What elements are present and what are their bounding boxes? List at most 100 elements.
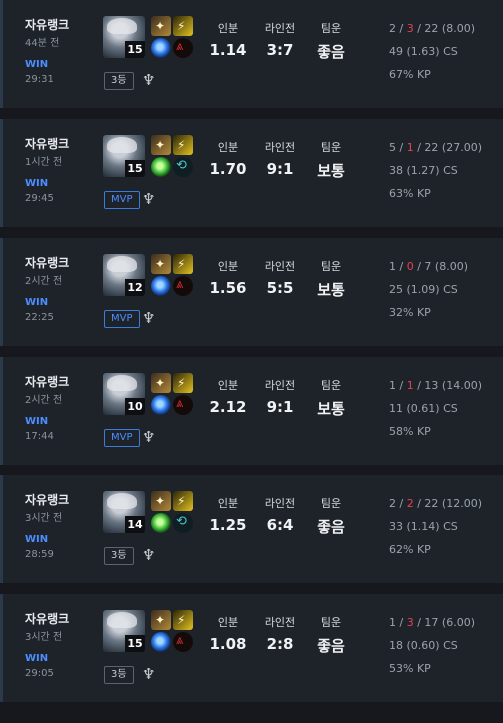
- medal-icon: ♆: [142, 546, 156, 564]
- kda-ratio: (8.00): [441, 22, 475, 35]
- stat-value-laning: 9:1: [266, 398, 294, 416]
- kda-ratio: (6.00): [441, 616, 475, 629]
- champion-level: 15: [125, 635, 145, 652]
- stat-label-contribution: 인분: [217, 497, 239, 510]
- kill-participation: 63% KP: [389, 187, 431, 200]
- summoner-spell-1-icon[interactable]: ✦: [151, 373, 171, 393]
- summoner-spell-1-icon[interactable]: ✦: [151, 610, 171, 630]
- kills: 1: [389, 616, 396, 629]
- stat-value-laning: 3:7: [266, 41, 294, 59]
- queue-type: 자유랭크: [25, 493, 70, 507]
- stat-value-team-luck: 보통: [317, 281, 345, 299]
- secondary-rune-icon[interactable]: ⩓: [173, 38, 193, 58]
- queue-type: 자유랭크: [25, 375, 70, 389]
- keystone-rune-icon[interactable]: [151, 38, 171, 58]
- summoner-spell-1-icon[interactable]: ✦: [151, 254, 171, 274]
- deaths: 3: [406, 22, 414, 35]
- kda-score: 2 / 2 / 22 (12.00): [389, 497, 482, 510]
- summoner-spell-1-icon[interactable]: ✦: [151, 16, 171, 36]
- time-ago: 2시간 전: [25, 395, 63, 406]
- stat-label-laning: 라인전: [264, 260, 296, 273]
- keystone-rune-icon[interactable]: [151, 632, 171, 652]
- champion-portrait[interactable]: 15: [103, 16, 145, 58]
- creep-score: 49 (1.63) CS: [389, 45, 458, 58]
- deaths: 0: [406, 260, 414, 273]
- secondary-rune-icon[interactable]: ⟲: [173, 157, 193, 177]
- stat-value-contribution: 1.25: [209, 516, 247, 534]
- match-result: WIN: [25, 534, 49, 545]
- stat-label-team-luck: 팀운: [320, 379, 342, 392]
- stat-label-laning: 라인전: [264, 379, 296, 392]
- summoner-spell-flash-icon[interactable]: ⚡: [173, 610, 193, 630]
- game-duration: 29:45: [25, 193, 54, 204]
- kda-ratio: (27.00): [441, 141, 482, 154]
- deaths: 2: [406, 497, 414, 510]
- medal-icon: ♆: [142, 428, 156, 446]
- stat-label-contribution: 인분: [217, 379, 239, 392]
- champion-art: [107, 256, 137, 272]
- champion-art: [107, 18, 137, 34]
- champion-portrait[interactable]: 12: [103, 254, 145, 296]
- queue-type: 자유랭크: [25, 612, 70, 626]
- secondary-rune-icon[interactable]: ⟲: [173, 513, 193, 533]
- match-result: WIN: [25, 653, 49, 664]
- summoner-spell-flash-icon[interactable]: ⚡: [173, 135, 193, 155]
- keystone-rune-icon[interactable]: [151, 276, 171, 296]
- stat-value-team-luck: 보통: [317, 162, 345, 180]
- summoner-spell-flash-icon[interactable]: ⚡: [173, 254, 193, 274]
- stat-value-contribution: 1.14: [209, 41, 247, 59]
- champion-portrait[interactable]: 15: [103, 610, 145, 652]
- keystone-rune-icon[interactable]: [151, 513, 171, 533]
- champion-level: 15: [125, 41, 145, 58]
- stat-value-contribution: 2.12: [209, 398, 247, 416]
- keystone-rune-icon[interactable]: [151, 157, 171, 177]
- medal-icon: ♆: [142, 665, 156, 683]
- summoner-spell-flash-icon[interactable]: ⚡: [173, 491, 193, 511]
- champion-level: 12: [125, 279, 145, 296]
- time-ago: 2시간 전: [25, 276, 63, 287]
- stat-value-team-luck: 좋음: [317, 518, 345, 536]
- champion-portrait[interactable]: 15: [103, 135, 145, 177]
- stat-label-laning: 라인전: [264, 497, 296, 510]
- kda-score: 5 / 1 / 22 (27.00): [389, 141, 482, 154]
- summoner-spell-1-icon[interactable]: ✦: [151, 491, 171, 511]
- assists: 22: [424, 497, 439, 510]
- match-card[interactable]: 자유랭크 1시간 전 WIN 29:45 15 ✦ ⚡ ⟲ MVP ♆ 인분 1…: [0, 119, 503, 227]
- stat-label-contribution: 인분: [217, 260, 239, 273]
- secondary-rune-icon[interactable]: ⩓: [173, 632, 193, 652]
- stat-label-laning: 라인전: [264, 616, 296, 629]
- time-ago: 3시간 전: [25, 513, 63, 524]
- summoner-spell-flash-icon[interactable]: ⚡: [173, 373, 193, 393]
- kills: 1: [389, 379, 396, 392]
- match-result: WIN: [25, 297, 49, 308]
- summoner-spell-1-icon[interactable]: ✦: [151, 135, 171, 155]
- game-duration: 28:59: [25, 549, 54, 560]
- champion-level: 14: [125, 516, 145, 533]
- stat-label-contribution: 인분: [217, 22, 239, 35]
- match-card[interactable]: 자유랭크 2시간 전 WIN 22:25 12 ✦ ⚡ ⩓ MVP ♆ 인분 1…: [0, 238, 503, 346]
- champion-portrait[interactable]: 14: [103, 491, 145, 533]
- stat-label-contribution: 인분: [217, 141, 239, 154]
- secondary-rune-icon[interactable]: ⩓: [173, 276, 193, 296]
- match-card[interactable]: 자유랭크 3시간 전 WIN 29:05 15 ✦ ⚡ ⩓ 3등 ♆ 인분 1.…: [0, 594, 503, 702]
- kill-participation: 58% KP: [389, 425, 431, 438]
- stat-value-laning: 9:1: [266, 160, 294, 178]
- deaths: 3: [406, 616, 414, 629]
- game-duration: 29:05: [25, 668, 54, 679]
- kda-score: 1 / 1 / 13 (14.00): [389, 379, 482, 392]
- kills: 2: [389, 497, 396, 510]
- summoner-spell-flash-icon[interactable]: ⚡: [173, 16, 193, 36]
- creep-score: 18 (0.60) CS: [389, 639, 458, 652]
- creep-score: 25 (1.09) CS: [389, 283, 458, 296]
- stat-label-laning: 라인전: [264, 22, 296, 35]
- match-card[interactable]: 자유랭크 3시간 전 WIN 28:59 14 ✦ ⚡ ⟲ 3등 ♆ 인분 1.…: [0, 475, 503, 583]
- creep-score: 33 (1.14) CS: [389, 520, 458, 533]
- secondary-rune-icon[interactable]: ⩓: [173, 395, 193, 415]
- keystone-rune-icon[interactable]: [151, 395, 171, 415]
- match-card[interactable]: 자유랭크 2시간 전 WIN 17:44 10 ✦ ⚡ ⩓ MVP ♆ 인분 2…: [0, 357, 503, 465]
- queue-type: 자유랭크: [25, 137, 70, 151]
- match-card[interactable]: 자유랭크 44분 전 WIN 29:31 15 ✦ ⚡ ⩓ 3등 ♆ 인분 1.…: [0, 0, 503, 108]
- champion-level: 10: [125, 398, 145, 415]
- champion-portrait[interactable]: 10: [103, 373, 145, 415]
- kda-ratio: (12.00): [441, 497, 482, 510]
